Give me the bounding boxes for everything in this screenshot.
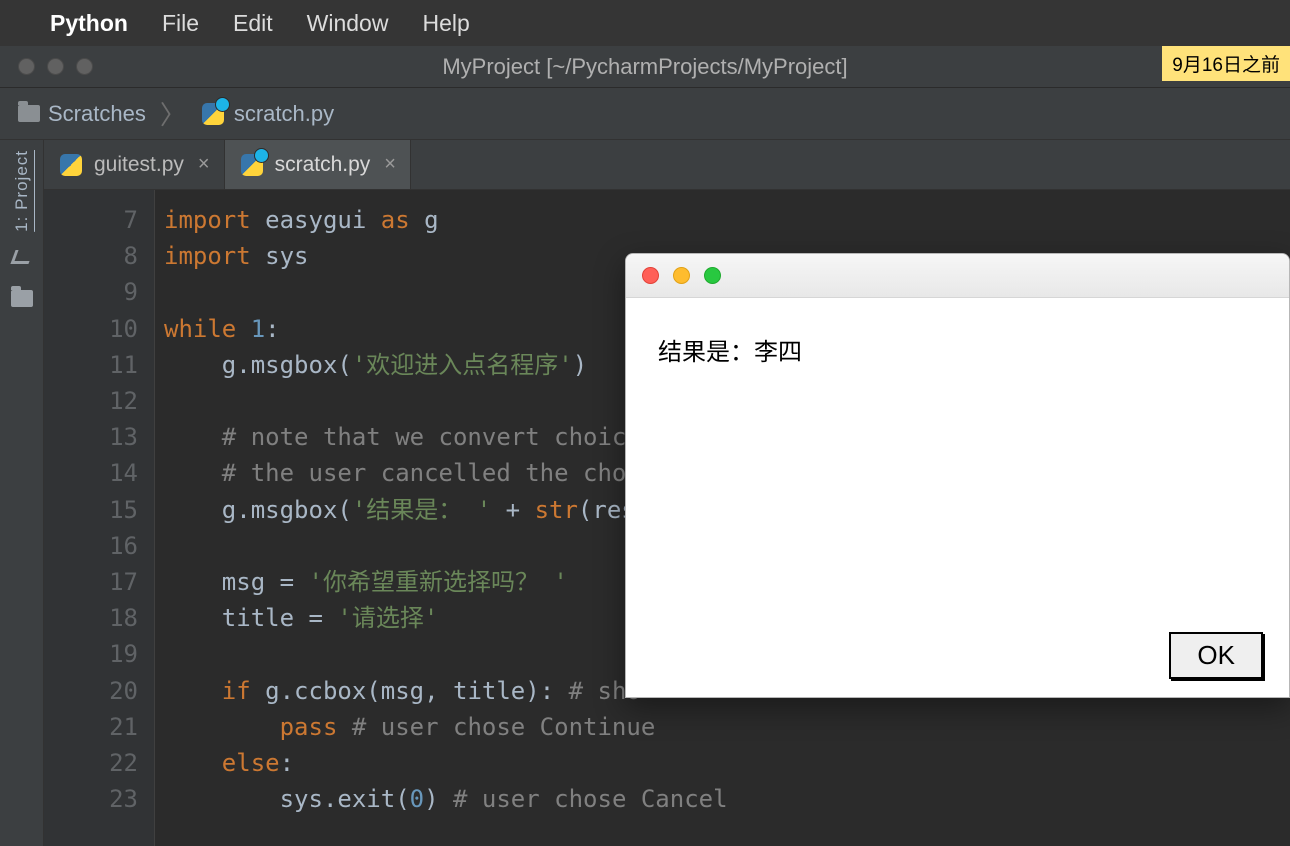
python-file-icon [58,152,84,178]
ide-window-title: MyProject [~/PycharmProjects/MyProject] [0,54,1290,80]
msgbox-dialog: 结果是：李四 OK [625,253,1290,698]
window-zoom-icon[interactable] [76,58,93,75]
menu-edit[interactable]: Edit [233,10,273,37]
collapse-icon[interactable] [10,250,33,264]
breadcrumb-root[interactable]: Scratches [48,101,146,127]
ide-titlebar: MyProject [~/PycharmProjects/MyProject] … [0,46,1290,88]
breadcrumb: Scratches 〉 scratch.py [0,88,1290,140]
tab-label: scratch.py [275,153,371,177]
editor-tab-guitest[interactable]: guitest.py × [44,140,225,189]
project-tool-button[interactable]: 1: Project [12,150,32,232]
python-scratch-file-icon [239,152,265,178]
window-controls [0,58,93,75]
tool-window-bar: 1: Project [0,140,44,846]
menu-window[interactable]: Window [307,10,389,37]
window-minimize-icon[interactable] [47,58,64,75]
close-tab-icon[interactable]: × [384,153,396,176]
line-number-gutter: 7891011121314151617181920212223 [44,190,154,846]
tab-label: guitest.py [94,153,184,177]
project-folder-icon[interactable] [11,290,33,307]
dialog-close-icon[interactable] [642,267,659,284]
editor-tab-scratch[interactable]: scratch.py × [225,140,411,189]
window-close-icon[interactable] [18,58,35,75]
chevron-right-icon: 〉 [160,95,186,132]
license-expiry-badge[interactable]: 9月16日之前 [1162,46,1290,81]
close-tab-icon[interactable]: × [198,153,210,176]
menu-file[interactable]: File [162,10,199,37]
editor-tabs: guitest.py × scratch.py × [44,140,1290,190]
dialog-minimize-icon[interactable] [673,267,690,284]
python-scratch-file-icon [200,101,226,127]
app-menu[interactable]: Python [50,10,128,37]
breadcrumb-file[interactable]: scratch.py [234,101,334,127]
dialog-zoom-icon[interactable] [704,267,721,284]
menu-help[interactable]: Help [422,10,469,37]
ok-button[interactable]: OK [1169,632,1263,679]
folder-icon [18,105,40,122]
macos-menubar: Python File Edit Window Help [0,0,1290,46]
dialog-titlebar[interactable] [626,254,1289,298]
dialog-message: 结果是：李四 [626,298,1289,401]
indent-guide [154,190,155,846]
